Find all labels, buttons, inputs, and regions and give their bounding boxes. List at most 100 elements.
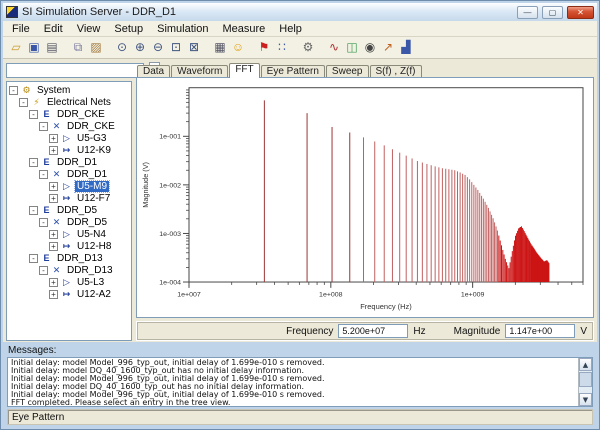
expander-icon[interactable]: +: [49, 134, 58, 143]
tree-item-u12-f7[interactable]: +↦U12-F7: [7, 192, 131, 204]
expander-icon[interactable]: +: [49, 278, 58, 287]
expander-icon[interactable]: -: [29, 206, 38, 215]
status-text: Eye Pattern: [12, 412, 64, 423]
tree-item-u5-g3[interactable]: +▷U5-G3: [7, 132, 131, 144]
scroll-up-button[interactable]: ▲: [579, 358, 592, 371]
menu-item-setup[interactable]: Setup: [107, 22, 150, 36]
tree-item-label: DDR_D13: [55, 253, 105, 264]
tab-fft[interactable]: FFT: [229, 63, 259, 78]
expander-icon[interactable]: -: [9, 86, 18, 95]
menu-item-measure[interactable]: Measure: [215, 22, 272, 36]
expander-icon[interactable]: +: [49, 290, 58, 299]
zoom-fit-icon[interactable]: ⊙: [113, 39, 131, 56]
color-palette-icon[interactable]: ☺: [229, 39, 247, 56]
tree-item-ddr-d5[interactable]: -✕DDR_D5: [7, 216, 131, 228]
open-file-icon[interactable]: ▱: [7, 39, 25, 56]
expander-icon[interactable]: -: [39, 170, 48, 179]
tree-item-ddr-d13[interactable]: -EDDR_D13: [7, 252, 131, 264]
messages-scrollbar[interactable]: ▲ ▼: [578, 358, 592, 406]
receiver-icon: ↦: [61, 145, 72, 156]
expander-icon[interactable]: +: [49, 182, 58, 191]
magnitude-value: 1.147e+00: [505, 324, 575, 338]
menu-item-simulation[interactable]: Simulation: [150, 22, 215, 36]
run-simulation-icon[interactable]: ⚑: [255, 39, 273, 56]
close-button[interactable]: ✕: [567, 6, 594, 19]
zoom-cursor-icon[interactable]: ⊠: [185, 39, 203, 56]
net-tree: -⚙System-⚡Electrical Nets-EDDR_CKE-✕DDR_…: [6, 81, 132, 341]
expander-icon[interactable]: +: [49, 194, 58, 203]
toolbar: ▱▣▤ ⧉▨ ⊙⊕⊖⊡⊠ ▦☺ ⚑∷ ⚙ ∿◫◉↗▟: [3, 37, 597, 59]
waveform-icon[interactable]: ∿: [325, 39, 343, 56]
tree-item-u5-m9[interactable]: +▷U5-M9: [7, 180, 131, 192]
tree-item-ddr-d5[interactable]: -EDDR_D5: [7, 204, 131, 216]
eye-icon[interactable]: ◉: [361, 39, 379, 56]
probe-points-icon[interactable]: ∷: [273, 39, 291, 56]
status-bar: Eye Pattern: [7, 409, 593, 425]
expander-icon[interactable]: -: [29, 254, 38, 263]
save-icon[interactable]: ▣: [25, 39, 43, 56]
histogram-icon[interactable]: ▟: [397, 39, 415, 56]
tree-item-label: System: [35, 85, 72, 96]
subnet-icon: ✕: [51, 217, 62, 228]
minimize-button[interactable]: —: [517, 6, 538, 19]
fft-chart[interactable]: 1e+0071e+0081e+0091e-0011e-0021e-0031e-0…: [136, 77, 594, 318]
pin-icon[interactable]: ↗: [379, 39, 397, 56]
tree-item-label: Electrical Nets: [45, 97, 113, 108]
menu-item-view[interactable]: View: [70, 22, 108, 36]
expander-icon[interactable]: -: [39, 266, 48, 275]
tree-item-label: U12-H8: [75, 241, 113, 252]
main-panel: DataWaveformFFTEye PatternSweepS(f) , Z(…: [136, 62, 594, 341]
zoom-out-icon[interactable]: ⊖: [149, 39, 167, 56]
menu-item-help[interactable]: Help: [272, 22, 309, 36]
tree-item-electrical-nets[interactable]: -⚡Electrical Nets: [7, 96, 131, 108]
tree-item-u5-n4[interactable]: +▷U5-N4: [7, 228, 131, 240]
menu-item-file[interactable]: File: [5, 22, 37, 36]
zoom-window-icon[interactable]: ⊡: [167, 39, 185, 56]
tree-item-label: U5-N4: [75, 229, 108, 240]
eye-mask-icon[interactable]: ◫: [343, 39, 361, 56]
tree-item-u12-k9[interactable]: +↦U12-K9: [7, 144, 131, 156]
expander-icon[interactable]: -: [29, 110, 38, 119]
tree-item-ddr-d13[interactable]: -✕DDR_D13: [7, 264, 131, 276]
magnitude-unit: V: [580, 326, 587, 337]
copy-icon[interactable]: ⧉: [69, 39, 87, 56]
expander-icon[interactable]: +: [49, 146, 58, 155]
svg-text:Magnitude (V): Magnitude (V): [141, 162, 150, 208]
expander-icon[interactable]: -: [39, 218, 48, 227]
scroll-thumb[interactable]: [579, 372, 592, 387]
client-area: ∞ -⚙System-⚡Electrical Nets-EDDR_CKE-✕DD…: [3, 59, 597, 342]
net-icon: E: [41, 157, 52, 167]
zoom-in-icon[interactable]: ⊕: [131, 39, 149, 56]
tree-item-ddr-d1[interactable]: -✕DDR_D1: [7, 168, 131, 180]
expander-icon[interactable]: -: [39, 122, 48, 131]
menu-item-edit[interactable]: Edit: [37, 22, 70, 36]
messages-panel[interactable]: Initial delay: model Model_996_typ_out, …: [7, 357, 593, 407]
tree-search-input[interactable]: [6, 63, 144, 78]
tree-item-ddr-cke[interactable]: -✕DDR_CKE: [7, 120, 131, 132]
tree-search-row: ∞: [6, 62, 132, 78]
tree-item-u12-a2[interactable]: +↦U12-A2: [7, 288, 131, 300]
receiver-icon: ↦: [61, 289, 72, 300]
expander-icon[interactable]: +: [49, 230, 58, 239]
print-icon[interactable]: ▤: [43, 39, 61, 56]
grid-icon[interactable]: ▦: [211, 39, 229, 56]
tree-item-system[interactable]: -⚙System: [7, 84, 131, 96]
tree-item-u5-l3[interactable]: +▷U5-L3: [7, 276, 131, 288]
tree-item-label: U5-G3: [75, 133, 108, 144]
tree-item-label: U12-F7: [75, 193, 112, 204]
tree-item-label: DDR_D5: [55, 205, 99, 216]
tree-item-label: DDR_CKE: [55, 109, 107, 120]
expander-icon[interactable]: +: [49, 242, 58, 251]
window-title: SI Simulation Server - DDR_D1: [22, 6, 513, 18]
tools-icon[interactable]: ⚙: [299, 39, 317, 56]
expander-icon[interactable]: -: [19, 98, 28, 107]
tree-item-u12-h8[interactable]: +↦U12-H8: [7, 240, 131, 252]
tree-item-ddr-d1[interactable]: -EDDR_D1: [7, 156, 131, 168]
svg-text:1e+007: 1e+007: [177, 292, 201, 299]
expander-icon[interactable]: -: [29, 158, 38, 167]
export-image-icon[interactable]: ▨: [87, 39, 105, 56]
frequency-label: Frequency: [286, 326, 333, 337]
tree-item-ddr-cke[interactable]: -EDDR_CKE: [7, 108, 131, 120]
scroll-down-button[interactable]: ▼: [579, 393, 592, 406]
maximize-button[interactable]: ▢: [542, 6, 563, 19]
